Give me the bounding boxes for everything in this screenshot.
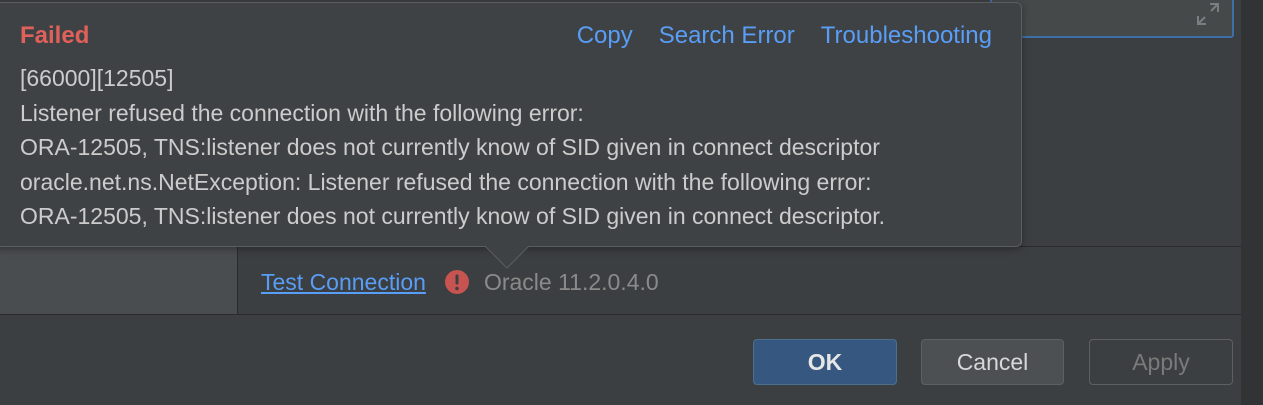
window-edge [1241, 0, 1263, 405]
error-message-line: oracle.net.ns.NetException: Listener ref… [20, 168, 872, 195]
test-connection-link[interactable]: Test Connection [261, 269, 426, 296]
search-error-link[interactable]: Search Error [659, 22, 795, 50]
error-message: [66000][12505] Listener refused the conn… [20, 61, 1010, 234]
test-connection-row: Test Connection Oracle 11.2.0.4.0 [261, 264, 659, 300]
troubleshooting-link[interactable]: Troubleshooting [821, 22, 992, 50]
popup-actions: Copy Search Error Troubleshooting [577, 22, 992, 50]
copy-link[interactable]: Copy [577, 22, 633, 50]
left-panel [0, 245, 238, 315]
error-code-line: [66000][12505] [20, 65, 174, 91]
error-popup: Failed Copy Search Error Troubleshooting… [0, 2, 1022, 247]
expand-icon[interactable] [1194, 0, 1222, 28]
error-message-line: ORA-12505, TNS:listener does not current… [20, 203, 886, 229]
cancel-button[interactable]: Cancel [921, 339, 1064, 385]
driver-version: Oracle 11.2.0.4.0 [483, 268, 659, 295]
url-field[interactable] [990, 0, 1234, 38]
error-message-line: Listener refused the connection with the… [20, 99, 584, 126]
error-message-line: ORA-12505, TNS:listener does not current… [20, 134, 880, 160]
error-icon[interactable] [444, 269, 470, 295]
failed-status-title: Failed [20, 22, 90, 49]
ok-button[interactable]: OK [753, 339, 897, 385]
divider [0, 314, 1241, 315]
apply-button[interactable]: Apply [1089, 339, 1233, 385]
